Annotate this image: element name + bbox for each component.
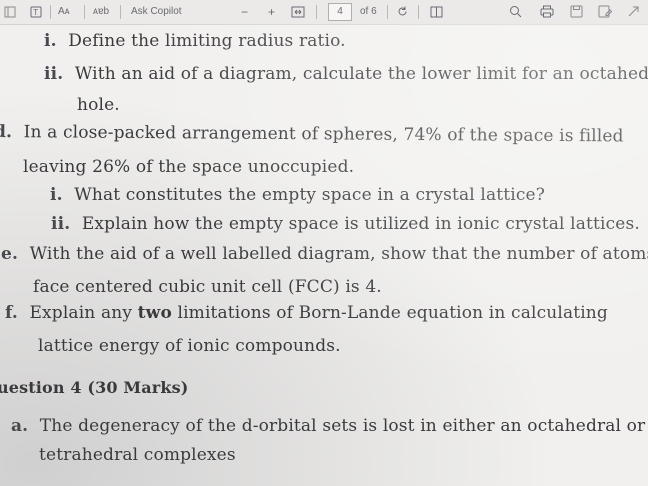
question-d-i: i. What constitutes the empty space in a…: [50, 185, 545, 205]
print-icon[interactable]: [540, 5, 554, 19]
page-total-label: of 6: [360, 6, 377, 17]
question-text: With an aid of a diagram, calculate the …: [74, 64, 648, 84]
question-d-ii: ii. Explain how the empty space is utili…: [51, 214, 640, 234]
save-as-icon[interactable]: [598, 5, 613, 19]
fit-page-icon[interactable]: [291, 6, 305, 20]
text-view-icon[interactable]: T: [30, 6, 42, 20]
emphasis-text: two: [137, 303, 172, 323]
list-marker: i.: [50, 185, 63, 205]
search-icon[interactable]: [509, 5, 522, 19]
question-text: With the aid of a well labelled diagram,…: [29, 244, 648, 264]
list-marker: a.: [11, 416, 29, 436]
list-marker: e.: [1, 244, 19, 264]
save-icon[interactable]: [570, 5, 583, 19]
zoom-in-button[interactable]: +: [268, 5, 275, 19]
question-e-continuation: face centered cubic unit cell (FCC) is 4…: [33, 277, 382, 297]
question-text: limitations of Born-Lande equation in ca…: [177, 303, 608, 323]
toolbar-divider: [316, 5, 317, 19]
question-text: Explain any: [29, 303, 133, 323]
page-view-icon[interactable]: [430, 6, 443, 20]
list-marker: d.: [0, 122, 13, 143]
toolbar-divider: [50, 5, 51, 19]
question-f: f. Explain any two limitations of Born-L…: [5, 303, 608, 323]
toolbar-divider: [120, 5, 121, 19]
list-marker: f.: [5, 303, 18, 323]
section-heading: uestion 4 (30 Marks): [0, 378, 189, 397]
toolbar-divider: [84, 5, 85, 19]
question-text: What constitutes the empty space in a cr…: [74, 185, 545, 205]
ask-copilot-button[interactable]: Ask Copilot: [131, 5, 182, 19]
list-marker: ii.: [44, 64, 64, 84]
toolbar-divider: [418, 5, 419, 19]
question-4a-continuation: tetrahedral complexes: [39, 445, 236, 465]
list-marker: ii.: [51, 214, 71, 234]
question-text: Explain how the empty space is utilized …: [81, 214, 640, 234]
question-d-continuation: leaving 26% of the space unoccupied.: [23, 157, 355, 177]
reader-toolbar: T Aᴀ ᴀɐb Ask Copilot − + 4 of 6: [0, 0, 648, 25]
question-c-i: i. Define the limiting radius ratio.: [44, 31, 346, 51]
expand-icon[interactable]: [627, 5, 640, 19]
question-e: e. With the aid of a well labelled diagr…: [1, 244, 648, 264]
svg-text:T: T: [33, 8, 38, 17]
question-d: d. In a close-packed arrangement of sphe…: [0, 122, 624, 146]
text-size-button[interactable]: Aᴀ: [58, 5, 70, 19]
rotate-icon[interactable]: [396, 5, 409, 19]
zoom-out-button[interactable]: −: [241, 5, 248, 19]
question-4a: a. The degeneracy of the d-orbital sets …: [11, 416, 645, 436]
question-f-continuation: lattice energy of ionic compounds.: [38, 336, 341, 356]
pdf-page: i. Define the limiting radius ratio. ii.…: [0, 24, 648, 486]
read-aloud-button[interactable]: ᴀɐb: [93, 5, 109, 19]
sidebar-toggle-icon[interactable]: [4, 6, 16, 20]
list-marker: i.: [44, 31, 57, 51]
question-text: The degeneracy of the d-orbital sets is …: [39, 416, 646, 436]
question-c-ii: ii. With an aid of a diagram, calculate …: [44, 64, 648, 84]
question-text: Define the limiting radius ratio.: [68, 31, 346, 51]
page-number-input[interactable]: 4: [328, 3, 352, 21]
toolbar-divider: [387, 5, 388, 19]
question-text: In a close-packed arrangement of spheres…: [23, 122, 624, 147]
question-c-ii-continuation: hole.: [77, 95, 120, 115]
